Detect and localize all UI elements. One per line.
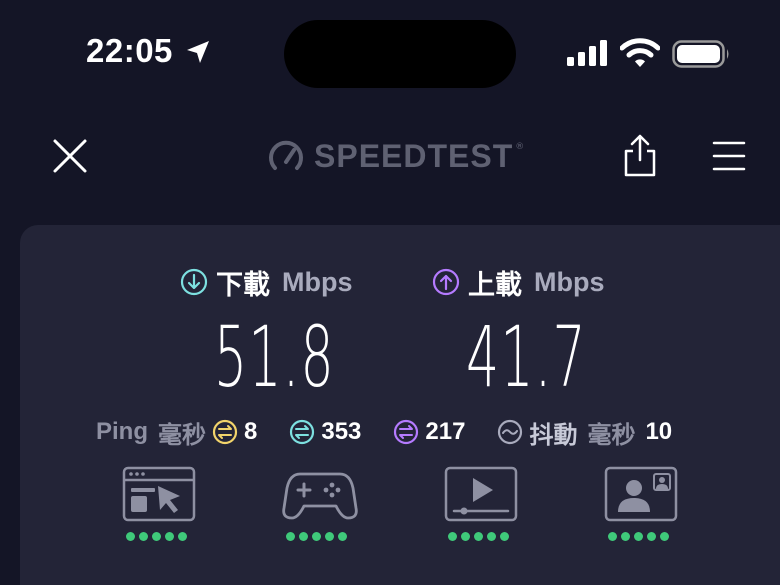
jitter-value: 10	[645, 418, 673, 445]
idle-ping-icon	[212, 419, 238, 445]
location-arrow-icon	[187, 41, 209, 63]
ping-unit: 毫秒	[158, 421, 206, 449]
jitter-icon	[498, 419, 523, 445]
menu-icon[interactable]	[712, 140, 746, 172]
download-label: 下載	[216, 269, 270, 301]
upload-ping-icon	[394, 419, 419, 445]
dynamic-island	[284, 20, 516, 88]
download-speed-value: 51.8	[214, 308, 335, 406]
speedometer-icon	[269, 140, 303, 170]
gaming-rating	[286, 532, 347, 541]
upload-label: 上載	[468, 269, 522, 301]
download-ping-value: 353	[321, 418, 362, 445]
upload-arrow-icon	[432, 268, 460, 296]
share-icon[interactable]	[622, 134, 658, 178]
jitter-label: 抖動	[529, 421, 578, 449]
battery-icon	[672, 40, 729, 68]
download-unit: Mbps	[282, 266, 353, 297]
video-call-icon	[604, 466, 678, 522]
ping-label: Ping	[96, 418, 148, 445]
download-ping-icon	[290, 419, 315, 445]
status-time: 22:05	[86, 32, 173, 69]
jitter-unit: 毫秒	[587, 421, 636, 449]
video-streaming-icon	[444, 466, 518, 522]
results-card	[20, 225, 780, 585]
streaming-rating	[448, 532, 509, 541]
trademark: ®	[515, 142, 525, 152]
upload-unit: Mbps	[534, 266, 605, 297]
brand-name: SPEEDTEST	[314, 137, 514, 174]
latency-row: Ping 毫秒 8 353 217 抖動 毫秒 10	[96, 412, 716, 452]
upload-ping-value: 217	[425, 418, 466, 445]
idle-ping-value: 8	[244, 418, 258, 445]
upload-header: 上載 Mbps	[432, 262, 605, 302]
close-icon[interactable]	[52, 138, 88, 174]
upload-speed-value: 41.7	[466, 308, 587, 406]
gaming-controller-icon	[282, 472, 358, 520]
video-call-rating	[608, 532, 669, 541]
status-bar: 22:05	[0, 0, 780, 100]
browsing-rating	[126, 532, 187, 541]
app-header: SPEEDTEST ®	[0, 120, 780, 192]
download-header: 下載 Mbps	[180, 262, 353, 302]
wifi-icon	[620, 38, 660, 67]
download-arrow-icon	[180, 268, 208, 296]
speedtest-logo: SPEEDTEST ®	[268, 136, 524, 176]
cellular-signal-icon	[567, 40, 607, 66]
web-browsing-icon	[122, 466, 196, 522]
